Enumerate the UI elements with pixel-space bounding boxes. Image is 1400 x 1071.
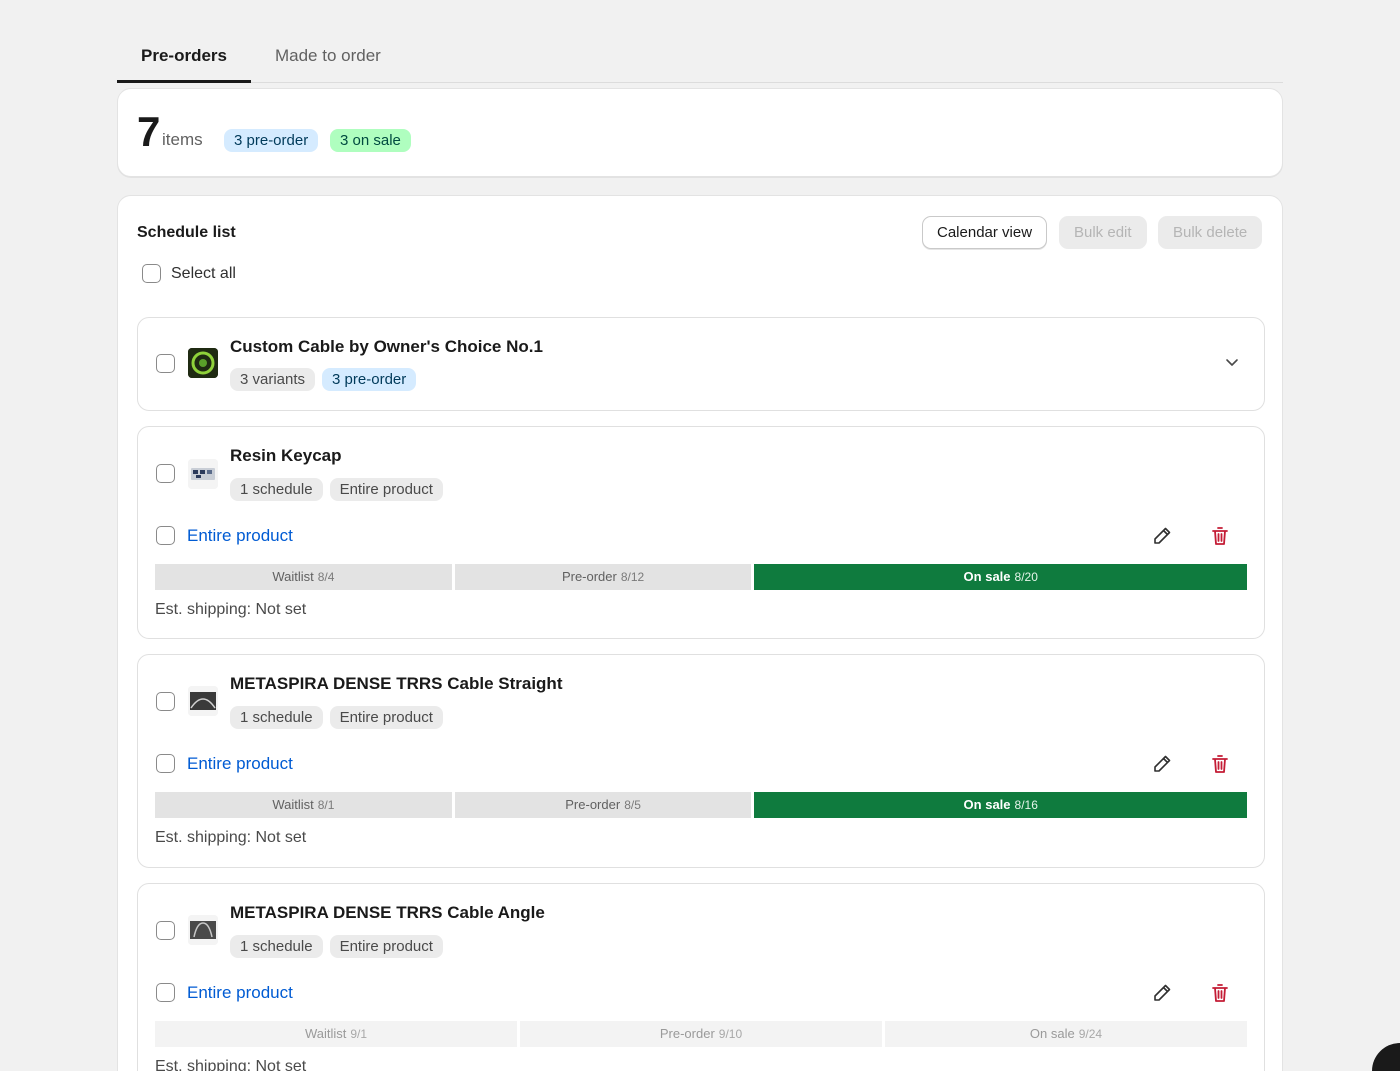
product-thumbnail	[188, 459, 218, 489]
summary-card: 7 items 3 pre-order 3 on sale	[117, 88, 1283, 177]
onsale-segment: On sale 8/20	[754, 564, 1247, 590]
product-checkbox[interactable]	[156, 921, 175, 940]
product-checkbox[interactable]	[156, 692, 175, 711]
product-thumbnail	[188, 915, 218, 945]
delete-trash-icon[interactable]	[1208, 981, 1232, 1005]
onsale-count-badge: 3 on sale	[330, 129, 411, 152]
tab-made-to-order[interactable]: Made to order	[251, 28, 405, 83]
product-badges: 1 schedule Entire product	[230, 706, 443, 729]
product-card: Custom Cable by Owner's Choice No.1 3 va…	[137, 317, 1265, 411]
chevron-down-icon[interactable]	[1224, 354, 1240, 370]
select-all-checkbox[interactable]	[142, 264, 161, 283]
schedule-list-title: Schedule list	[137, 224, 236, 241]
variant-link[interactable]: Entire product	[187, 983, 293, 1003]
variants-badge: 3 variants	[230, 368, 316, 391]
variant-link[interactable]: Entire product	[187, 526, 293, 546]
preorder-badge: 3 pre-order	[322, 368, 417, 391]
waitlist-segment: Waitlist 9/1	[155, 1021, 517, 1047]
variant-checkbox[interactable]	[156, 983, 175, 1002]
schedule-count-badge: 1 schedule	[230, 478, 323, 501]
product-checkbox[interactable]	[156, 354, 175, 373]
schedule-count-badge: 1 schedule	[230, 935, 323, 958]
schedule-timeline: Waitlist 8/1 Pre-order 8/5 On sale 8/16	[155, 792, 1247, 818]
edit-pencil-icon[interactable]	[1150, 524, 1174, 548]
delete-trash-icon[interactable]	[1208, 752, 1232, 776]
bulk-edit-button[interactable]: Bulk edit	[1059, 216, 1147, 249]
shipping-estimate: Est. shipping: Not set	[155, 829, 307, 846]
product-card: Resin Keycap 1 schedule Entire product E…	[137, 426, 1265, 639]
product-name: METASPIRA DENSE TRRS Cable Straight	[230, 674, 563, 693]
product-badges: 1 schedule Entire product	[230, 478, 443, 501]
schedule-timeline: Waitlist 8/4 Pre-order 8/12 On sale 8/20	[155, 564, 1247, 590]
tab-bar: Pre-orders Made to order	[117, 28, 1283, 83]
product-card: METASPIRA DENSE TRRS Cable Straight 1 sc…	[137, 654, 1265, 868]
window-corner	[1372, 1043, 1400, 1071]
tab-pre-orders[interactable]: Pre-orders	[117, 28, 251, 83]
schedule-list-card: Schedule list Calendar view Bulk edit Bu…	[117, 195, 1283, 1071]
product-name: Resin Keycap	[230, 446, 342, 465]
product-checkbox[interactable]	[156, 464, 175, 483]
product-badges: 1 schedule Entire product	[230, 935, 443, 958]
bulk-delete-button[interactable]: Bulk delete	[1158, 216, 1263, 249]
product-name: Custom Cable by Owner's Choice No.1	[230, 337, 543, 356]
scope-badge: Entire product	[329, 478, 443, 501]
product-card: METASPIRA DENSE TRRS Cable Angle 1 sched…	[137, 883, 1265, 1071]
shipping-estimate: Est. shipping: Not set	[155, 1058, 307, 1071]
product-thumbnail	[188, 686, 218, 716]
preorder-segment: Pre-order 8/5	[454, 792, 752, 818]
preorder-segment: Pre-order 8/12	[454, 564, 752, 590]
product-name: METASPIRA DENSE TRRS Cable Angle	[230, 903, 545, 922]
shipping-estimate: Est. shipping: Not set	[155, 601, 307, 618]
waitlist-segment: Waitlist 8/4	[155, 564, 452, 590]
product-thumbnail	[188, 348, 218, 378]
items-label: items	[162, 130, 203, 149]
variant-checkbox[interactable]	[156, 526, 175, 545]
preorder-segment: Pre-order 9/10	[520, 1021, 882, 1047]
onsale-segment: On sale 8/16	[754, 792, 1247, 818]
delete-trash-icon[interactable]	[1208, 524, 1232, 548]
select-all-label: Select all	[171, 265, 236, 282]
item-count: 7	[137, 108, 161, 155]
calendar-view-button[interactable]: Calendar view	[922, 216, 1048, 249]
scope-badge: Entire product	[329, 706, 443, 729]
schedule-timeline: Waitlist 9/1 Pre-order 9/10 On sale 9/24	[155, 1021, 1247, 1047]
schedule-count-badge: 1 schedule	[230, 706, 323, 729]
variant-link[interactable]: Entire product	[187, 754, 293, 774]
variant-checkbox[interactable]	[156, 754, 175, 773]
onsale-segment: On sale 9/24	[885, 1021, 1247, 1047]
edit-pencil-icon[interactable]	[1150, 752, 1174, 776]
scope-badge: Entire product	[329, 935, 443, 958]
edit-pencil-icon[interactable]	[1150, 981, 1174, 1005]
product-badges: 3 variants 3 pre-order	[230, 368, 417, 391]
preorder-count-badge: 3 pre-order	[224, 129, 319, 152]
waitlist-segment: Waitlist 8/1	[155, 792, 452, 818]
